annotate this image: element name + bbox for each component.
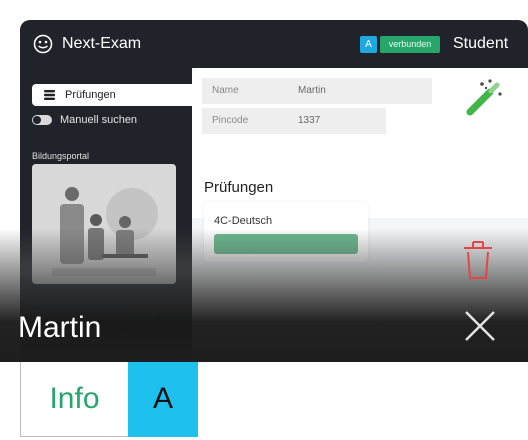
bottom-bar: Info A — [0, 362, 528, 440]
manual-search-label: Manuell suchen — [60, 114, 138, 126]
portal-section-label: Bildungsportal — [32, 151, 90, 161]
sidebar-item-label: Prüfungen — [65, 89, 116, 101]
app-logo-icon — [33, 34, 53, 54]
student-overlay: Martin — [0, 228, 528, 362]
manual-search-toggle[interactable] — [32, 115, 52, 125]
name-value: Martin — [292, 78, 432, 104]
pincode-label: Pincode — [202, 108, 292, 134]
list-icon — [44, 90, 55, 100]
exam-name: 4C-Deutsch — [214, 215, 273, 227]
overlay-student-name: Martin — [18, 311, 102, 344]
trash-icon[interactable] — [462, 236, 494, 282]
close-icon[interactable] — [462, 308, 498, 344]
title-bar: Next-Exam A verbunden Student — [20, 20, 528, 68]
app-title: Next-Exam — [62, 35, 142, 52]
exam-mode-badge: A — [360, 36, 377, 53]
exam-mode-badge-large: A — [128, 362, 198, 437]
pincode-value: 1337 — [292, 108, 386, 134]
connection-status-badge: verbunden — [380, 36, 440, 53]
user-role: Student — [453, 35, 509, 52]
info-button[interactable]: Info — [20, 362, 128, 437]
name-label: Name — [202, 78, 292, 104]
manual-search-row[interactable]: Manuell suchen — [32, 112, 182, 130]
sidebar-item-exams[interactable]: Prüfungen — [32, 84, 192, 106]
magic-wand-icon[interactable] — [464, 78, 504, 118]
exams-title: Prüfungen — [204, 179, 274, 196]
